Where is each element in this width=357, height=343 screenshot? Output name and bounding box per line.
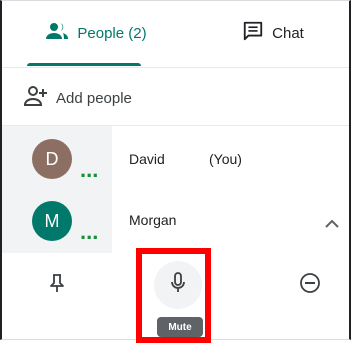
chevron-up-icon[interactable]	[324, 216, 340, 232]
you-label: (You)	[209, 151, 242, 167]
tabs-divider	[2, 67, 349, 68]
panel-tabs: People (2) Chat	[2, 1, 349, 68]
pin-button[interactable]	[33, 261, 81, 309]
minus-circle-icon	[298, 271, 322, 300]
participant-actions	[2, 253, 349, 318]
mute-button[interactable]	[154, 261, 202, 309]
mute-tooltip: Mute	[157, 317, 203, 337]
participant-row-david[interactable]: D ... David (You)	[2, 131, 349, 187]
microphone-icon	[168, 271, 188, 300]
tab-people[interactable]: People (2)	[16, 1, 176, 65]
add-person-icon	[23, 85, 50, 112]
avatar: D	[32, 139, 72, 179]
add-people-label: Add people	[56, 89, 132, 107]
tab-chat[interactable]: Chat	[198, 1, 348, 65]
avatar: M	[32, 201, 72, 241]
activity-indicator: ...	[80, 157, 99, 182]
activity-indicator: ...	[80, 219, 99, 244]
participant-name: David	[129, 151, 165, 167]
tab-chat-label: Chat	[272, 24, 304, 42]
active-tab-indicator	[27, 63, 141, 66]
people-icon	[45, 19, 69, 48]
participant-name: Morgan	[129, 212, 177, 228]
add-people-button[interactable]: Add people	[23, 83, 132, 113]
participants-panel: People (2) Chat Add people D ... David (…	[0, 0, 351, 340]
remove-button[interactable]	[286, 261, 334, 309]
participant-row-morgan[interactable]: M ... Morgan	[2, 192, 349, 248]
tab-people-label: People (2)	[77, 24, 147, 42]
chat-icon	[242, 20, 264, 47]
pin-icon	[47, 272, 67, 299]
